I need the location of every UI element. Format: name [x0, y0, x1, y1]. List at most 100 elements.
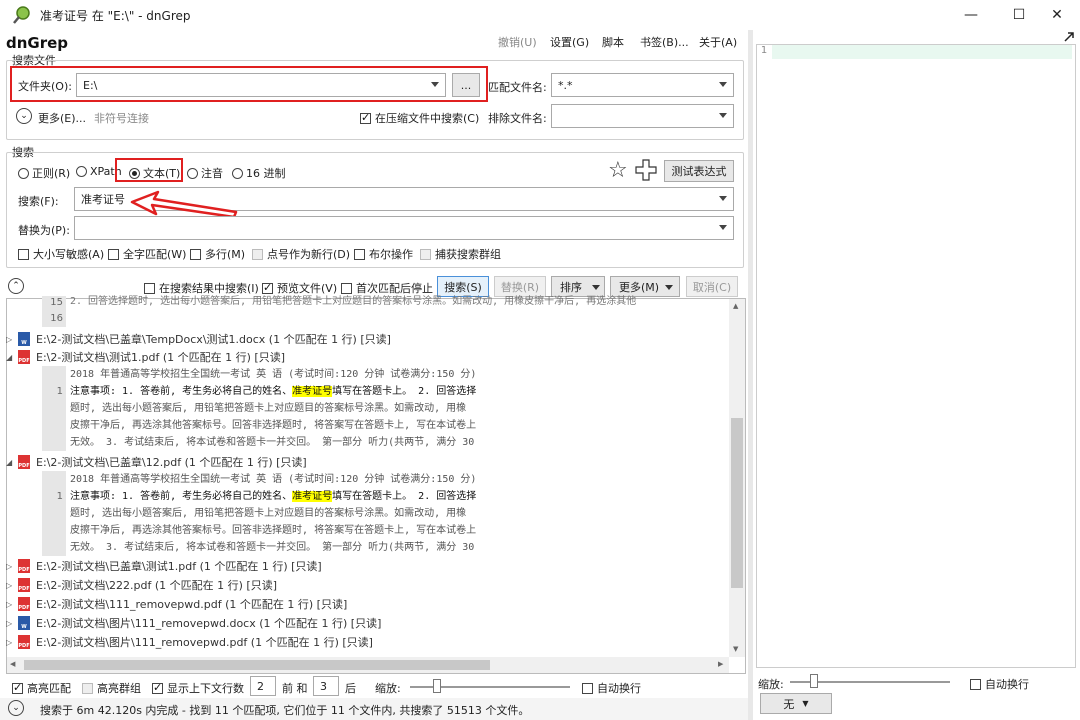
- word-wrap-checkbox[interactable]: 自动换行: [582, 680, 641, 696]
- pdf-file-icon: PDF: [18, 597, 30, 611]
- star-bookmark-icon[interactable]: ☆: [608, 160, 628, 182]
- result-file-row[interactable]: ◢ PDF E:\2-测试文档\已盖章\12.pdf (1 个匹配在 1 行) [只…: [6, 453, 307, 471]
- chevron-down-icon: [665, 285, 673, 290]
- option-dot-newline[interactable]: 点号作为新行(D): [252, 246, 350, 262]
- highlight-groups-checkbox[interactable]: 高亮群组: [82, 680, 141, 696]
- menu-settings[interactable]: 设置(G): [550, 34, 589, 50]
- radio-icon: [76, 166, 87, 177]
- cancel-button[interactable]: 取消(C): [686, 276, 738, 297]
- scroll-right-arrow-icon[interactable]: ▶: [718, 660, 723, 668]
- encoding-dropdown[interactable]: 无 ▼: [760, 693, 832, 714]
- expand-triangle-icon: ▷: [6, 599, 13, 609]
- menu-bookmarks[interactable]: 书签(B)...: [640, 34, 689, 50]
- word-file-icon: W: [18, 616, 30, 630]
- match-files-label: 匹配文件名:: [488, 81, 547, 94]
- menu-script[interactable]: 脚本: [602, 34, 624, 50]
- preview-word-wrap-checkbox[interactable]: 自动换行: [970, 676, 1029, 692]
- word-file-icon: W: [18, 332, 30, 346]
- scroll-up-arrow-icon[interactable]: ▲: [733, 302, 738, 310]
- test-expression-button[interactable]: 测试表达式: [664, 160, 734, 182]
- expand-triangle-icon: ▷: [6, 334, 13, 344]
- option-boolean[interactable]: 布尔操作: [354, 246, 413, 262]
- zoom-slider-thumb[interactable]: [433, 679, 441, 693]
- browse-button[interactable]: ...: [452, 73, 480, 97]
- preview-zoom-thumb[interactable]: [810, 674, 818, 688]
- result-file-row[interactable]: ▷ PDF E:\2-测试文档\已盖章\测试1.pdf (1 个匹配在 1 行) […: [6, 557, 322, 575]
- mode-regex[interactable]: 正则(R): [18, 165, 70, 181]
- add-plus-icon[interactable]: [635, 159, 657, 181]
- sort-button[interactable]: 排序: [551, 276, 605, 297]
- search-in-results-checkbox[interactable]: 在搜索结果中搜索(I): [144, 280, 259, 296]
- result-file-row[interactable]: ◢ PDF E:\2-测试文档\测试1.pdf (1 个匹配在 1 行) [只读]: [6, 348, 285, 366]
- radio-icon: [232, 168, 243, 179]
- panel-splitter[interactable]: [748, 30, 753, 720]
- option-capture-groups[interactable]: 捕获搜索群组: [420, 246, 501, 262]
- menu-undo[interactable]: 撤销(U): [498, 34, 537, 50]
- checkbox-icon: [360, 111, 371, 124]
- search-archives-checkbox[interactable]: 在压缩文件中搜索(C): [360, 110, 479, 126]
- context-before-input[interactable]: 2: [250, 676, 276, 696]
- pdf-file-icon: PDF: [18, 455, 30, 469]
- replace-button[interactable]: 替换(R): [494, 276, 546, 297]
- vertical-scroll-thumb[interactable]: [731, 418, 743, 588]
- more-button[interactable]: 更多(M): [610, 276, 680, 297]
- checkbox-icon: [108, 249, 119, 260]
- more-options-link[interactable]: 更多(E)...: [38, 110, 86, 126]
- match-prefix: 注意事项: 1. 答卷前, 考生务必将自己的姓名、: [70, 386, 293, 397]
- mode-text[interactable]: 文本(T): [129, 165, 180, 181]
- close-button[interactable]: ✕: [1034, 0, 1080, 30]
- preview-panel[interactable]: [756, 44, 1076, 668]
- checkbox-icon: [262, 281, 273, 294]
- expand-preview-icon[interactable]: [1062, 30, 1076, 44]
- horizontal-scroll-thumb[interactable]: [24, 660, 490, 670]
- option-boolean-label: 布尔操作: [369, 248, 413, 261]
- line-number: 16: [42, 310, 66, 327]
- scroll-down-arrow-icon[interactable]: ▼: [733, 645, 738, 653]
- result-file-row[interactable]: ▷ PDF E:\2-测试文档\222.pdf (1 个匹配在 1 行) [只读]: [6, 576, 277, 594]
- result-file-row[interactable]: ▷ W E:\2-测试文档\已盖章\TempDocx\测试1.docx (1 个匹配…: [6, 330, 391, 348]
- mode-phonetic[interactable]: 注音: [187, 165, 223, 181]
- mode-hex[interactable]: 16 进制: [232, 165, 286, 181]
- replace-input[interactable]: [74, 216, 734, 240]
- mode-phonetic-label: 注音: [201, 167, 223, 180]
- line-number: 1: [42, 383, 66, 400]
- option-multiline[interactable]: 多行(M): [190, 246, 245, 262]
- result-file-row[interactable]: ▷ PDF E:\2-测试文档\图片\111_removepwd.pdf (1 个匹…: [6, 633, 373, 651]
- match-files-value: *.*: [558, 78, 573, 92]
- context-line: 题时, 选出每小题答案后, 用铅笔把答题卡上对应题目的答案标号涂黑。如需改动, …: [70, 403, 467, 414]
- context-before-label: 前 和: [282, 682, 308, 695]
- expand-triangle-icon: ▷: [6, 561, 13, 571]
- menu-about[interactable]: 关于(A): [699, 34, 737, 50]
- result-file-name: E:\2-测试文档\222.pdf (1 个匹配在 1 行) [只读]: [36, 579, 278, 592]
- highlight-matches-checkbox[interactable]: 高亮匹配: [12, 680, 71, 696]
- preview-current-line: [772, 45, 1072, 59]
- result-file-row[interactable]: ▷ W E:\2-测试文档\图片\111_removepwd.docx (1 个匹配…: [6, 614, 381, 632]
- collapse-triangle-icon: ◢: [6, 457, 13, 467]
- result-file-name: E:\2-测试文档\已盖章\测试1.pdf (1 个匹配在 1 行) [只读]: [36, 560, 322, 573]
- expand-more-icon[interactable]: ⌄: [16, 108, 32, 124]
- preview-file-checkbox[interactable]: 预览文件(V): [262, 280, 337, 296]
- expand-status-icon[interactable]: ⌄: [8, 700, 24, 716]
- chevron-down-icon: [431, 82, 439, 87]
- folder-input[interactable]: E:\: [76, 73, 446, 97]
- option-case-sensitive[interactable]: 大小写敏感(A): [18, 246, 104, 262]
- match-highlight: 准考证号: [292, 386, 333, 397]
- match-prefix: 注意事项: 1. 答卷前, 考生务必将自己的姓名、: [70, 491, 293, 502]
- highlight-matches-label: 高亮匹配: [27, 682, 71, 695]
- scroll-left-arrow-icon[interactable]: ◀: [10, 660, 15, 668]
- checkbox-icon: [354, 249, 365, 260]
- stop-after-first-checkbox[interactable]: 首次匹配后停止: [341, 280, 433, 296]
- expand-triangle-icon: ▷: [6, 580, 13, 590]
- line-number: 1: [42, 488, 66, 505]
- option-whole-word[interactable]: 全字匹配(W): [108, 246, 186, 262]
- option-multiline-label: 多行(M): [205, 248, 246, 261]
- result-file-row[interactable]: ▷ PDF E:\2-测试文档\111_removepwd.pdf (1 个匹配在 …: [6, 595, 347, 613]
- show-context-checkbox[interactable]: 显示上下文行数: [152, 680, 244, 696]
- context-after-input[interactable]: 3: [313, 676, 339, 696]
- search-button[interactable]: 搜索(S): [437, 276, 489, 297]
- context-line: 2018 年普通高等学校招生全国统一考试 英 语 (考试时间:120 分钟 试卷…: [70, 369, 477, 380]
- collapse-icon[interactable]: ⌃: [8, 278, 24, 294]
- match-files-input[interactable]: *.*: [551, 73, 734, 97]
- minimize-button[interactable]: —: [948, 0, 994, 30]
- exclude-files-input[interactable]: [551, 104, 734, 128]
